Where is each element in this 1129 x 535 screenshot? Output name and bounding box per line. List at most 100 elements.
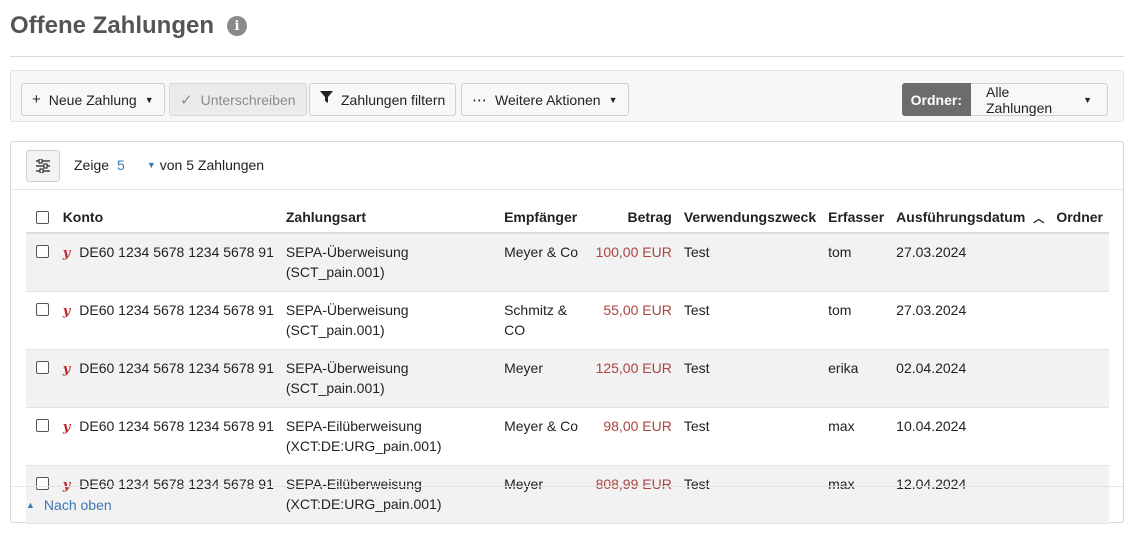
show-suffix: von 5 Zahlungen bbox=[159, 157, 265, 173]
table-row[interactable]: y DE60 1234 5678 1234 5678 91 SEPA-Überwe… bbox=[26, 349, 1109, 408]
purpose-cell: Test bbox=[683, 360, 710, 376]
filter-icon bbox=[320, 91, 333, 108]
table-header-row: Konto Zahlungsart Empfänger Betrag Verwe… bbox=[26, 202, 1109, 234]
info-icon[interactable]: i bbox=[227, 16, 247, 36]
sign-button[interactable]: ✓ Unterschreiben bbox=[169, 83, 307, 116]
amount-cell: 100,00 EUR bbox=[595, 244, 672, 260]
page-size-value[interactable]: 5 bbox=[117, 157, 125, 173]
payment-type-cell: SEPA-Überweisung (SCT_pain.001) bbox=[285, 244, 409, 280]
row-checkbox-cell bbox=[26, 408, 57, 466]
page-title-text: Offene Zahlungen bbox=[10, 12, 214, 39]
sign-label: Unterschreiben bbox=[200, 91, 296, 108]
creator-cell: max bbox=[828, 418, 855, 434]
folder-select[interactable]: Alle Zahlungen ▼ bbox=[971, 83, 1108, 116]
folder-cell bbox=[1050, 233, 1109, 292]
recipient-cell: Meyer bbox=[504, 360, 543, 376]
folder-cell bbox=[1050, 292, 1109, 350]
show-prefix: Zeige bbox=[74, 157, 110, 173]
back-to-top-label: Nach oben bbox=[43, 497, 112, 513]
account-cell: y DE60 1234 5678 1234 5678 91 bbox=[57, 408, 280, 466]
more-actions-label: Weitere Aktionen bbox=[495, 91, 601, 108]
account-cell: y DE60 1234 5678 1234 5678 91 bbox=[57, 292, 280, 350]
purpose-cell: Test bbox=[683, 302, 710, 318]
header-payment-type[interactable]: Zahlungsart bbox=[279, 202, 499, 234]
toolbar: + Neue Zahlung ▼ ✓ Unterschreiben Zahlun… bbox=[10, 70, 1124, 122]
bank-logo-icon: y bbox=[62, 246, 71, 261]
page-size-dropdown-icon[interactable]: ▼ bbox=[147, 160, 156, 170]
table-row[interactable]: y DE60 1234 5678 1234 5678 91 SEPA-Überwe… bbox=[26, 233, 1109, 292]
column-settings-button[interactable] bbox=[26, 150, 60, 182]
amount-cell: 98,00 EUR bbox=[603, 418, 672, 434]
title-divider bbox=[10, 56, 1124, 57]
row-checkbox[interactable] bbox=[36, 303, 49, 316]
row-checkbox[interactable] bbox=[36, 245, 49, 258]
bank-logo-icon: y bbox=[62, 304, 71, 319]
folder-label: Ordner: bbox=[901, 83, 971, 116]
filter-payments-button[interactable]: Zahlungen filtern bbox=[309, 83, 457, 116]
amount-cell: 125,00 EUR bbox=[595, 360, 672, 376]
account-value: DE60 1234 5678 1234 5678 91 bbox=[79, 244, 274, 260]
purpose-cell: Test bbox=[683, 418, 710, 434]
recipient-cell: Meyer & Co bbox=[504, 244, 579, 260]
header-purpose[interactable]: Verwendungszweck bbox=[677, 202, 823, 234]
account-value: DE60 1234 5678 1234 5678 91 bbox=[79, 302, 274, 318]
page-size-info: Zeige 5 ▼ von 5 Zahlungen bbox=[74, 157, 264, 173]
row-checkbox[interactable] bbox=[36, 361, 49, 374]
creator-cell: tom bbox=[828, 244, 852, 260]
recipient-cell: Meyer & Co bbox=[504, 418, 579, 434]
caret-up-icon: ▲ bbox=[26, 500, 35, 510]
row-checkbox[interactable] bbox=[36, 419, 49, 432]
check-icon: ✓ bbox=[180, 91, 193, 109]
new-payment-label: Neue Zahlung bbox=[48, 91, 137, 108]
payment-type-cell: SEPA-Überweisung (SCT_pain.001) bbox=[285, 360, 409, 396]
chevron-down-icon: ▼ bbox=[144, 94, 154, 105]
row-checkbox-cell bbox=[26, 350, 57, 408]
account-value: DE60 1234 5678 1234 5678 91 bbox=[79, 418, 274, 434]
folder-cell bbox=[1050, 408, 1109, 466]
chevron-down-icon: ▼ bbox=[1083, 94, 1092, 105]
new-payment-button[interactable]: + Neue Zahlung ▼ bbox=[21, 83, 165, 116]
chevron-down-icon: ▼ bbox=[608, 94, 618, 105]
purpose-cell: Test bbox=[683, 244, 710, 260]
account-value: DE60 1234 5678 1234 5678 91 bbox=[79, 360, 274, 376]
payments-table: Konto Zahlungsart Empfänger Betrag Verwe… bbox=[26, 202, 1109, 524]
header-execution-date[interactable]: Ausführungsdatum ︿ bbox=[890, 202, 1051, 234]
folder-cell bbox=[1050, 350, 1109, 408]
account-cell: y DE60 1234 5678 1234 5678 91 bbox=[57, 350, 280, 408]
select-all-checkbox[interactable] bbox=[36, 210, 49, 224]
header-amount[interactable]: Betrag bbox=[588, 202, 678, 234]
row-checkbox-cell bbox=[26, 233, 57, 292]
payment-type-cell: SEPA-Überweisung (SCT_pain.001) bbox=[285, 302, 409, 338]
header-creator[interactable]: Erfasser bbox=[822, 202, 891, 234]
more-actions-button[interactable]: ⋯ Weitere Aktionen ▼ bbox=[461, 83, 629, 116]
account-cell: y DE60 1234 5678 1234 5678 91 bbox=[57, 233, 280, 292]
header-account[interactable]: Konto bbox=[56, 202, 280, 234]
select-all-cell bbox=[26, 202, 57, 234]
sort-ascending-icon: ︿ bbox=[1033, 212, 1045, 225]
table-row[interactable]: y DE60 1234 5678 1234 5678 91 SEPA-Eilübe… bbox=[26, 408, 1109, 466]
sliders-icon bbox=[36, 159, 50, 173]
back-to-top-link[interactable]: ▲ Nach oben bbox=[26, 497, 112, 513]
bank-logo-icon: y bbox=[62, 420, 71, 435]
date-cell: 27.03.2024 bbox=[896, 302, 967, 318]
row-checkbox-cell bbox=[26, 292, 57, 350]
filter-payments-label: Zahlungen filtern bbox=[341, 91, 446, 108]
panel-header: Zeige 5 ▼ von 5 Zahlungen bbox=[11, 142, 1123, 190]
panel-footer: ▲ Nach oben bbox=[11, 486, 1123, 522]
date-cell: 02.04.2024 bbox=[896, 360, 967, 376]
folder-select-value: Alle Zahlungen bbox=[986, 83, 1053, 116]
payment-type-cell: SEPA-Eilüberweisung (XCT:DE:URG_pain.001… bbox=[285, 418, 442, 454]
plus-icon: + bbox=[32, 91, 41, 108]
bank-logo-icon: y bbox=[62, 362, 71, 377]
creator-cell: erika bbox=[828, 360, 859, 376]
creator-cell: tom bbox=[828, 302, 852, 318]
table-row[interactable]: y DE60 1234 5678 1234 5678 91 SEPA-Überwe… bbox=[26, 292, 1109, 350]
date-cell: 10.04.2024 bbox=[896, 418, 967, 434]
amount-cell: 55,00 EUR bbox=[603, 302, 672, 318]
recipient-cell: Schmitz & CO bbox=[504, 302, 568, 338]
header-recipient[interactable]: Empfänger bbox=[498, 202, 589, 234]
payments-panel: Zeige 5 ▼ von 5 Zahlungen Konto Zahlungs… bbox=[10, 141, 1124, 524]
page-title: Offene Zahlungen i bbox=[10, 12, 247, 40]
date-cell: 27.03.2024 bbox=[896, 244, 967, 260]
header-folder[interactable]: Ordner bbox=[1050, 202, 1109, 234]
